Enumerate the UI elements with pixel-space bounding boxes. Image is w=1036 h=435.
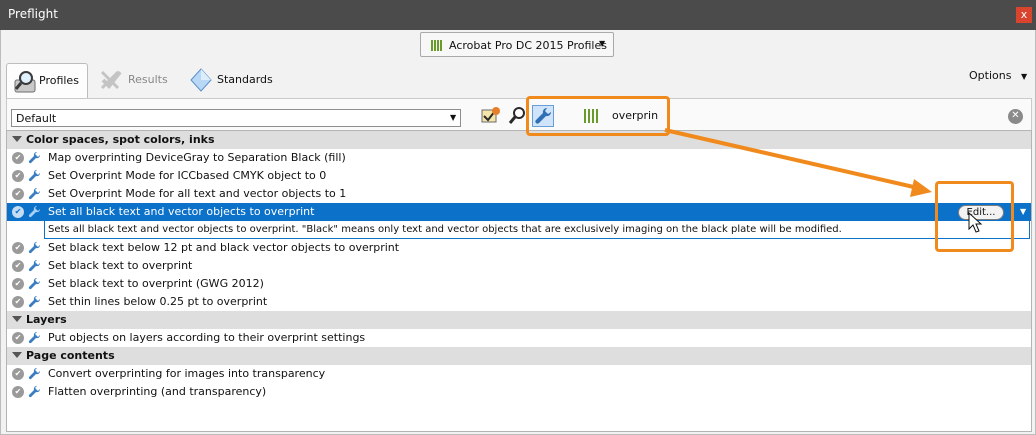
results-icon (100, 70, 122, 90)
list-item[interactable]: ✔ Flatten overprinting (and transparency… (7, 383, 1031, 401)
item-label: Set black text below 12 pt and black vec… (48, 241, 400, 254)
item-label: Set Overprint Mode for all text and vect… (48, 187, 347, 200)
options-label: Options (969, 69, 1012, 82)
check-circle-icon: ✔ (12, 242, 24, 254)
profile-filter-dropdown[interactable]: Default ▼ (11, 109, 461, 127)
list-item[interactable]: ✔ Set black text below 12 pt and black v… (7, 239, 1031, 257)
check-circle-icon: ✔ (12, 152, 24, 164)
close-icon[interactable]: x (1016, 7, 1032, 23)
group-label: Page contents (26, 349, 115, 362)
list-item[interactable]: ✔ Set Overprint Mode for ICCbased CMYK o… (7, 167, 1031, 185)
magnifier-icon (14, 71, 36, 93)
item-label: Put objects on layers according to their… (48, 331, 366, 344)
select-profiles-icon (481, 107, 500, 123)
group-header[interactable]: Layers (7, 311, 1031, 329)
check-circle-icon: ✔ (12, 278, 24, 290)
wrench-icon (535, 107, 552, 124)
profile-filter-value: Default (16, 112, 57, 125)
diamond-icon (190, 68, 212, 92)
chevron-down-icon[interactable]: ▼ (1020, 207, 1026, 216)
check-circle-icon: ✔ (12, 332, 24, 344)
title-bar: Preflight x (0, 0, 1036, 30)
wrench-icon (28, 367, 41, 380)
wrench-icon (28, 277, 41, 290)
list-item[interactable]: ✔ Set thin lines below 0.25 pt to overpr… (7, 293, 1031, 311)
list-item[interactable]: ✔ Set Overprint Mode for all text and ve… (7, 185, 1031, 203)
wrench-icon (28, 241, 41, 254)
item-label: Set black text to overprint (48, 259, 193, 272)
item-label: Flatten overprinting (and transparency) (48, 385, 267, 398)
item-label: Set all black text and vector objects to… (48, 205, 315, 218)
fixup-list: Color spaces, spot colors, inks ✔ Map ov… (6, 130, 1032, 432)
group-label: Color spaces, spot colors, inks (26, 133, 215, 146)
show-fixups-button[interactable] (532, 105, 554, 127)
list-item[interactable]: ✔ Set black text to overprint (7, 257, 1031, 275)
list-item[interactable]: ✔ Put objects on layers according to the… (7, 329, 1031, 347)
search-value: overprin (612, 109, 659, 122)
wrench-icon (28, 151, 41, 164)
tab-standards-label: Standards (217, 73, 273, 86)
preflight-window: Acrobat Pro DC 2015 Profiles ▼ Profiles … (0, 30, 1036, 435)
profile-library-dropdown[interactable]: Acrobat Pro DC 2015 Profiles ▼ (420, 32, 614, 57)
list-item-selected[interactable]: ✔ Set all black text and vector objects … (7, 203, 1031, 221)
profile-library-label: Acrobat Pro DC 2015 Profiles (449, 39, 607, 52)
check-circle-icon: ✔ (12, 296, 24, 308)
tab-results-label: Results (128, 73, 168, 86)
clear-search-icon[interactable]: ✕ (1008, 109, 1023, 124)
edit-button[interactable]: Edit... (958, 205, 1004, 220)
check-circle-icon: ✔ (12, 368, 24, 380)
chevron-down-icon: ▼ (1020, 72, 1028, 81)
group-header[interactable]: Color spaces, spot colors, inks (7, 131, 1031, 149)
magnifier-icon (508, 107, 525, 124)
wrench-icon (28, 259, 41, 272)
check-circle-icon: ✔ (12, 260, 24, 272)
list-item[interactable]: ✔ Convert overprinting for images into t… (7, 365, 1031, 383)
library-icon (431, 40, 442, 51)
show-profiles-button[interactable] (480, 105, 502, 127)
wrench-icon (28, 187, 41, 200)
list-item[interactable]: ✔ Map overprinting DeviceGray to Separat… (7, 149, 1031, 167)
check-circle-icon: ✔ (12, 386, 24, 398)
item-label: Set Overprint Mode for ICCbased CMYK obj… (48, 169, 327, 182)
tab-profiles-label: Profiles (39, 74, 79, 87)
wrench-icon (28, 295, 41, 308)
chevron-down-icon: ▼ (599, 39, 606, 48)
options-menu[interactable]: Options ▼ (969, 69, 1027, 82)
item-label: Set black text to overprint (GWG 2012) (48, 277, 264, 290)
show-libraries-button[interactable] (580, 105, 602, 127)
list-item[interactable]: ✔ Set black text to overprint (GWG 2012) (7, 275, 1031, 293)
profile-toolbar: Default ▼ overprin ✕ (6, 98, 1032, 130)
library-icon (584, 109, 598, 123)
wrench-icon (28, 205, 41, 218)
window-title: Preflight (8, 7, 58, 21)
expand-triangle-icon (12, 352, 22, 358)
chevron-down-icon: ▼ (450, 113, 457, 122)
expand-triangle-icon (12, 316, 22, 322)
check-circle-icon: ✔ (12, 170, 24, 182)
wrench-icon (28, 169, 41, 182)
check-circle-icon: ✔ (12, 188, 24, 200)
check-circle-icon: ✔ (12, 206, 24, 218)
item-label: Convert overprinting for images into tra… (48, 367, 326, 380)
group-label: Layers (26, 313, 67, 326)
group-header[interactable]: Page contents (7, 347, 1031, 365)
item-label: Set thin lines below 0.25 pt to overprin… (48, 295, 268, 308)
expand-triangle-icon (12, 136, 22, 142)
show-checks-button[interactable] (507, 105, 529, 127)
tab-results[interactable]: Results (98, 63, 173, 99)
item-description: Sets all black text and vector objects t… (7, 221, 1031, 239)
search-input[interactable]: overprin (608, 105, 1030, 127)
tab-profiles[interactable]: Profiles (6, 63, 88, 99)
item-label: Map overprinting DeviceGray to Separatio… (48, 151, 346, 164)
tab-standards[interactable]: Standards (189, 63, 279, 99)
wrench-icon (28, 331, 41, 344)
wrench-icon (28, 385, 41, 398)
description-text: Sets all black text and vector objects t… (48, 224, 842, 235)
